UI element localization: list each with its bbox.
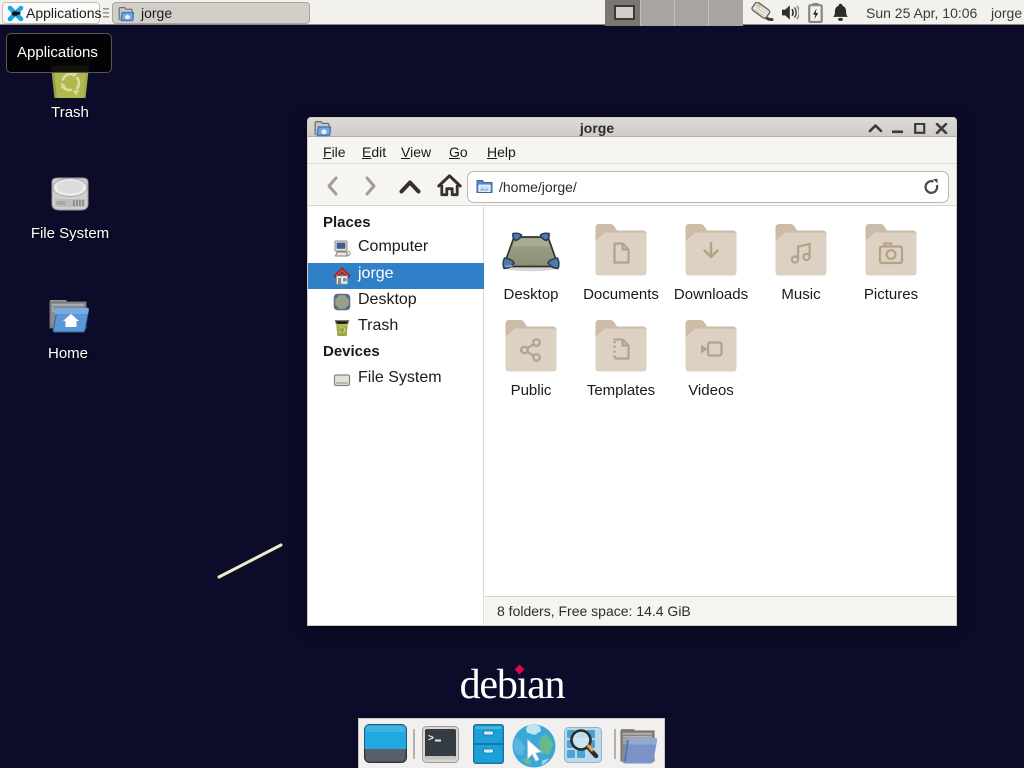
svg-text:>: >: [428, 734, 434, 745]
